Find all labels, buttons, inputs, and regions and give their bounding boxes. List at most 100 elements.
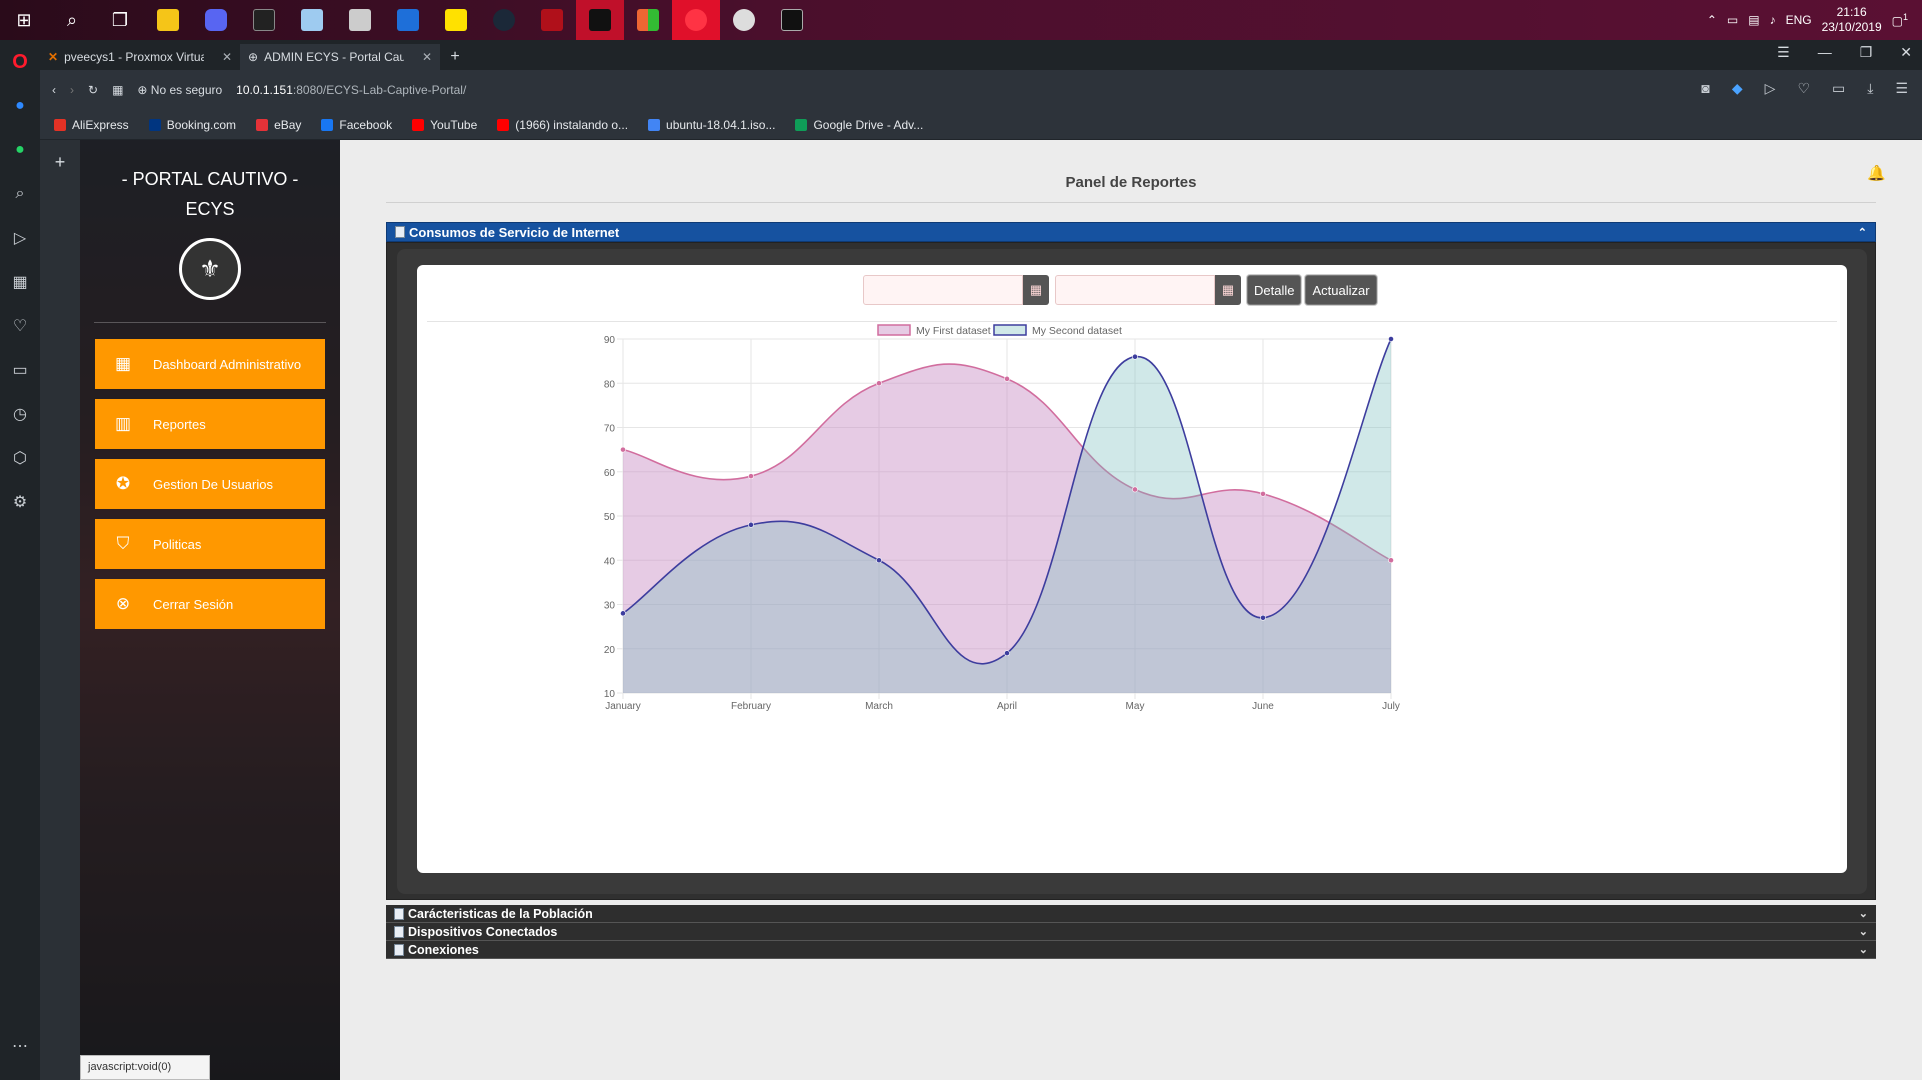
- calendar-icon[interactable]: ▦: [1023, 275, 1049, 305]
- bookmark-ubuntu[interactable]: ubuntu-18.04.1.iso...: [648, 118, 775, 132]
- tabs-grid-icon[interactable]: ▦: [112, 83, 123, 97]
- heart-icon[interactable]: ♡: [0, 304, 40, 348]
- chevron-down-icon[interactable]: ⌄: [1859, 907, 1868, 920]
- menu-item-usuarios[interactable]: ✪ Gestion De Usuarios: [95, 459, 325, 509]
- messenger-icon[interactable]: ●: [0, 84, 40, 128]
- epic-games-icon[interactable]: [576, 0, 624, 40]
- easy-setup-icon[interactable]: ☰: [1895, 80, 1908, 97]
- windows-start-icon[interactable]: ⊞: [0, 0, 48, 40]
- portal-title-line2: ECYS: [185, 199, 235, 219]
- steam-icon[interactable]: [480, 0, 528, 40]
- actualizar-button[interactable]: Actualizar: [1305, 275, 1377, 305]
- language-indicator[interactable]: ENG: [1786, 13, 1812, 27]
- chevron-down-icon[interactable]: ⌄: [1859, 925, 1868, 938]
- bookmark-aliexpress[interactable]: AliExpress: [54, 118, 129, 132]
- panel-header-consumos[interactable]: Consumos de Servicio de Internet ⌃: [386, 222, 1876, 242]
- bird-app-icon[interactable]: [720, 0, 768, 40]
- notification-icon[interactable]: ▢1: [1892, 12, 1908, 28]
- bookmark-label: eBay: [274, 117, 302, 132]
- mosaic-app-icon[interactable]: [624, 0, 672, 40]
- box-icon[interactable]: [288, 0, 336, 40]
- opera-gx-icon[interactable]: [672, 0, 720, 40]
- detalle-button[interactable]: Detalle: [1247, 275, 1302, 305]
- new-tab-button[interactable]: +: [440, 44, 470, 70]
- search-icon[interactable]: ⌕: [0, 172, 40, 216]
- portal-title-line1: - PORTAL CAUTIVO -: [121, 169, 299, 189]
- panel-header-poblacion[interactable]: Carácteristicas de la Población ⌄: [386, 905, 1876, 923]
- close-icon[interactable]: ✕: [422, 50, 432, 64]
- wps-icon[interactable]: [384, 0, 432, 40]
- menu-item-dashboard[interactable]: ▦ Dashboard Administrativo: [95, 339, 325, 389]
- legend-swatch: [993, 324, 1027, 336]
- bookmark-youtube[interactable]: YouTube: [412, 118, 477, 132]
- network-icon[interactable]: ▤: [1748, 13, 1759, 27]
- bookmark-google-drive[interactable]: Google Drive - Adv...: [795, 118, 923, 132]
- bookmark-youtube-video[interactable]: (1966) instalando o...: [497, 118, 628, 132]
- news-icon[interactable]: ▭: [0, 348, 40, 392]
- start-date-input[interactable]: [863, 275, 1023, 305]
- download-icon[interactable]: ⤓: [1867, 80, 1873, 97]
- title-divider: [386, 202, 1876, 203]
- terminal-icon[interactable]: [240, 0, 288, 40]
- pubg-icon[interactable]: [768, 0, 816, 40]
- calendar-icon[interactable]: ▦: [1215, 275, 1241, 305]
- end-date-input[interactable]: [1055, 275, 1215, 305]
- address-actions: ◙ ◆ ▷ ♡ ▭ ⤓ ☰: [1701, 80, 1908, 97]
- search-icon[interactable]: ⌕: [48, 0, 96, 40]
- history-icon[interactable]: ◷: [0, 392, 40, 436]
- menu-item-reportes[interactable]: ▥ Reportes: [95, 399, 325, 449]
- panel-header-dispositivos[interactable]: Dispositivos Conectados ⌄: [386, 923, 1876, 941]
- url-field[interactable]: 10.0.1.151:8080/ECYS-Lab-Captive-Portal/: [236, 83, 466, 97]
- whatsapp-icon[interactable]: ●: [0, 128, 40, 172]
- settings-icon[interactable]: ⚙: [0, 480, 40, 524]
- minimize-icon[interactable]: —: [1818, 44, 1832, 61]
- tab-admin-ecys[interactable]: ⊕ ADMIN ECYS - Portal Cautivo ✕: [240, 44, 440, 70]
- chevron-down-icon[interactable]: ⌄: [1859, 943, 1868, 956]
- camera-icon[interactable]: ◙: [1701, 80, 1709, 97]
- restore-icon[interactable]: ❐: [1860, 44, 1873, 61]
- opera-logo-icon[interactable]: O: [0, 40, 40, 84]
- send-icon[interactable]: ▷: [0, 216, 40, 260]
- sticky-notes-icon[interactable]: [432, 0, 480, 40]
- battery-icon[interactable]: ▭: [1727, 13, 1738, 27]
- more-icon[interactable]: ⋯: [0, 1024, 40, 1068]
- bookmark-booking[interactable]: Booking.com: [148, 118, 236, 132]
- send-icon[interactable]: ▷: [1765, 80, 1776, 97]
- discord-icon[interactable]: [192, 0, 240, 40]
- menu-item-cerrar-sesion[interactable]: ⊗ Cerrar Sesión: [95, 579, 325, 629]
- bookmark-facebook[interactable]: Facebook: [321, 118, 392, 132]
- speed-dial-icon[interactable]: ▦: [0, 260, 40, 304]
- tab-proxmox[interactable]: ✕ pveecys1 - Proxmox Virtual ✕: [40, 44, 240, 70]
- panel-header-conexiones[interactable]: Conexiones ⌄: [386, 941, 1876, 959]
- reload-icon[interactable]: ↻: [88, 83, 98, 97]
- volume-icon[interactable]: ♪: [1770, 13, 1776, 27]
- file-explorer-icon[interactable]: [144, 0, 192, 40]
- heart-icon[interactable]: ♡: [1797, 80, 1810, 97]
- forward-icon[interactable]: ›: [70, 83, 74, 97]
- close-circle-icon: ⊗: [115, 594, 131, 613]
- task-view-icon[interactable]: ❐: [96, 0, 144, 40]
- bookmark-label: (1966) instalando o...: [515, 117, 629, 132]
- clock[interactable]: 21:16 23/10/2019: [1822, 5, 1882, 35]
- chevron-up-icon[interactable]: ⌃: [1707, 13, 1717, 27]
- data-point: [1004, 375, 1010, 382]
- tab-menu-icon[interactable]: ☰: [1777, 44, 1790, 61]
- close-window-icon[interactable]: ✕: [1900, 44, 1912, 61]
- vpn-icon[interactable]: ▭: [1832, 80, 1845, 97]
- x-tick-label: June: [1252, 701, 1274, 712]
- red-app-icon[interactable]: [528, 0, 576, 40]
- security-indicator[interactable]: ⊕ No es seguro: [137, 83, 222, 97]
- panel-title: Carácteristicas de la Población: [408, 906, 593, 921]
- extensions-icon[interactable]: ⬡: [0, 436, 40, 480]
- y-tick-label: 80: [604, 379, 616, 390]
- chevron-up-icon[interactable]: ⌃: [1858, 226, 1867, 239]
- menu-item-politicas[interactable]: ⛉ Politicas: [95, 519, 325, 569]
- bookmark-ebay[interactable]: eBay: [256, 118, 301, 132]
- back-icon[interactable]: ‹: [52, 83, 56, 97]
- adblock-icon[interactable]: ◆: [1732, 80, 1743, 97]
- y-tick-label: 50: [604, 512, 616, 523]
- bell-icon[interactable]: 🔔: [1867, 164, 1886, 182]
- close-icon[interactable]: ✕: [222, 50, 232, 64]
- add-panel-icon[interactable]: +: [55, 152, 66, 1080]
- tablet-icon[interactable]: [336, 0, 384, 40]
